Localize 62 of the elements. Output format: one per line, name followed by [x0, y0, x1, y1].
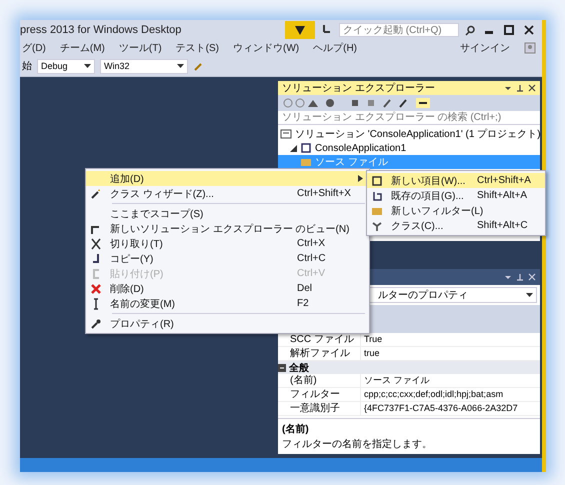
property-name: フィルター	[278, 388, 360, 402]
delete-icon	[90, 282, 102, 294]
property-value[interactable]: ソース ファイル	[360, 374, 540, 388]
menu-item[interactable]: 既存の項目(G)... Shift+Alt+A	[367, 188, 545, 203]
menu-item[interactable]: プロパティ(R)	[86, 316, 369, 331]
caret-icon[interactable]	[177, 64, 184, 68]
toolbar-icon-strip[interactable]	[282, 97, 432, 109]
menu-item[interactable]: 新しいフィルター(L)	[367, 203, 545, 218]
menu-item[interactable]: 新しい項目(W)... Ctrl+Shift+A	[367, 173, 545, 188]
close-icon[interactable]	[522, 23, 536, 37]
menu-item[interactable]: コピー(Y) Ctrl+C	[86, 251, 369, 266]
configuration-dropdown[interactable]: Debug	[37, 58, 95, 74]
tree-item[interactable]: ソリューション 'ConsoleApplication1' (1 プロジェクト)	[278, 127, 540, 141]
platform-dropdown[interactable]: Win32	[100, 58, 188, 74]
menu-item[interactable]: チーム(M)	[60, 41, 105, 55]
menu-item[interactable]: ウィンドウ(W)	[233, 41, 300, 55]
menu-item[interactable]: クラス(C)... Shift+Alt+C	[367, 218, 545, 233]
project-icon	[300, 142, 312, 154]
existing-item-icon	[371, 190, 383, 202]
menu-item[interactable]: ここまでスコープ(S)	[86, 206, 369, 221]
menu-item[interactable]: 追加(D)	[86, 171, 369, 186]
start-button[interactable]: 始	[22, 59, 32, 73]
search-icon[interactable]	[465, 24, 476, 36]
dropdown-caret-icon[interactable]	[504, 84, 512, 92]
account-icon[interactable]	[524, 42, 536, 54]
property-name: 一意識別子	[278, 402, 360, 416]
property-value[interactable]: cpp;c;cc;cxx;def;odl;idl;hpj;bat;asm	[360, 388, 540, 402]
menu-item[interactable]: グ(D)	[22, 41, 46, 55]
tree-item[interactable]: ConsoleApplication1	[278, 141, 540, 155]
filter-icon[interactable]	[285, 21, 315, 39]
class-icon	[371, 220, 383, 232]
panel-title: ソリューション エクスプローラー	[282, 82, 435, 95]
description-text: フィルターの名前を指定します。	[282, 438, 433, 451]
new-item-icon	[371, 174, 383, 186]
menu-item[interactable]: 新しいソリューション エクスプローラー のビュー(N)	[86, 221, 369, 236]
search-field[interactable]: ソリューション エクスプローラー の検索 (Ctrl+;)	[278, 111, 540, 125]
close-icon[interactable]	[528, 84, 536, 92]
wand-icon	[90, 188, 102, 200]
collapse-icon[interactable]	[278, 364, 286, 372]
menu-item[interactable]: ツール(T)	[118, 41, 162, 55]
menu-item[interactable]: ヘルプ(H)	[313, 41, 358, 55]
menu-item[interactable]: 切り取り(T) Ctrl+X	[86, 236, 369, 251]
menu-item[interactable]: クラス ウィザード(Z)... Ctrl+Shift+X	[86, 186, 369, 201]
wrench-icon	[90, 318, 102, 330]
menu-item[interactable]: テスト(S)	[176, 41, 220, 55]
category-row[interactable]: 全般	[278, 361, 540, 374]
dropdown-caret-icon[interactable]	[504, 273, 512, 281]
property-value[interactable]: {4FC737F1-C7A5-4376-A066-2A32D7	[360, 402, 540, 416]
folder-icon	[300, 156, 312, 168]
property-value[interactable]: True	[360, 333, 540, 347]
caret-icon[interactable]	[84, 64, 91, 68]
scissors-icon	[90, 238, 102, 250]
pin-icon[interactable]	[516, 84, 524, 92]
quick-launch-field[interactable]: クイック起動 (Ctrl+Q)	[339, 23, 459, 37]
property-name: (名前)	[278, 374, 360, 388]
caret-icon[interactable]	[526, 293, 533, 297]
sign-in-link[interactable]: サインイン	[460, 41, 510, 55]
expander-icon[interactable]	[290, 144, 297, 152]
window-title: press 2013 for Windows Desktop	[20, 24, 182, 36]
description-title: (名前)	[282, 422, 310, 436]
maximize-icon[interactable]	[502, 23, 516, 37]
solution-icon	[280, 128, 292, 140]
